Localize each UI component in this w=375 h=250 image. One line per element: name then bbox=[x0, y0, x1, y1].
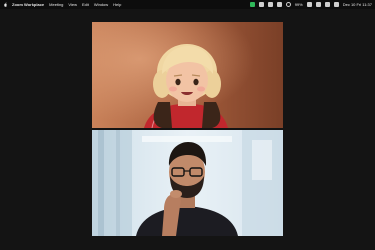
participant-video-top[interactable] bbox=[92, 22, 283, 128]
video-icon[interactable] bbox=[258, 2, 264, 7]
info-icon[interactable] bbox=[285, 2, 291, 7]
menu-edit[interactable]: Edit bbox=[82, 0, 89, 9]
app-icon[interactable] bbox=[276, 2, 282, 7]
screen-icon[interactable] bbox=[267, 2, 273, 7]
battery-icon[interactable] bbox=[306, 2, 312, 7]
status-tray: 99% Dec 10 Fri 11:37 bbox=[249, 0, 372, 9]
menu-app-name[interactable]: Zoom Workplace bbox=[12, 0, 44, 9]
participant-video-bottom[interactable] bbox=[92, 130, 283, 236]
menu-meeting[interactable]: Meeting bbox=[49, 0, 63, 9]
wifi-icon[interactable] bbox=[315, 2, 321, 7]
zoom-status-icon[interactable] bbox=[249, 2, 255, 7]
camera-video bbox=[92, 130, 283, 236]
control-center-icon[interactable] bbox=[333, 2, 339, 7]
menu-window[interactable]: Window bbox=[94, 0, 108, 9]
battery-percent: 99% bbox=[294, 2, 303, 7]
clock: Dec 10 Fri 11:37 bbox=[342, 2, 372, 7]
menu-view[interactable]: View bbox=[68, 0, 77, 9]
avatar-video bbox=[92, 22, 283, 128]
menu-help[interactable]: Help bbox=[113, 0, 121, 9]
apple-icon[interactable] bbox=[3, 2, 8, 7]
menu-bar: Zoom Workplace Meeting View Edit Window … bbox=[0, 0, 375, 9]
search-icon[interactable] bbox=[324, 2, 330, 7]
